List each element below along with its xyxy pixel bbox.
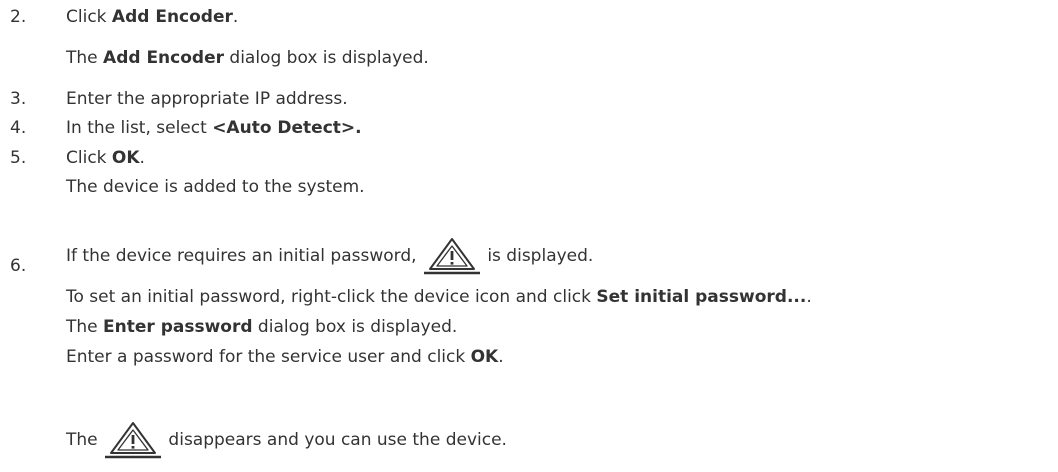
- step-number: 5.: [10, 148, 27, 168]
- step-text-plain: In the list, select: [66, 118, 213, 138]
- step-number: 4.: [10, 118, 27, 138]
- step-result: The device is added to the system.: [66, 177, 365, 197]
- ui-term: OK: [111, 148, 140, 168]
- step-text: If the device requires an initial passwo…: [66, 236, 593, 276]
- step-text: In the list, select <Auto Detect>.: [66, 117, 362, 139]
- ui-term: OK: [470, 347, 499, 367]
- ui-term: Set initial password...: [596, 287, 807, 307]
- step-substep: The Enter password dialog box is display…: [66, 316, 457, 338]
- step-text-plain: The: [66, 430, 104, 450]
- ui-term: Enter password: [103, 317, 253, 337]
- step-text-plain: To set an initial password, right-click …: [66, 287, 597, 307]
- step-text-plain: disappears and you can use the device.: [163, 430, 507, 450]
- step-text: Click Add Encoder.: [66, 6, 238, 28]
- step-result: The Add Encoder dialog box is displayed.: [66, 47, 429, 69]
- step-text-plain: Click: [66, 148, 112, 168]
- step-number: 3.: [10, 89, 27, 109]
- step-text-plain: is displayed.: [481, 246, 594, 266]
- ui-term: Add Encoder: [111, 7, 233, 27]
- step-substep: Enter a password for the service user an…: [66, 346, 504, 368]
- step-number: 6.: [10, 256, 27, 276]
- step-text-plain: The: [66, 48, 104, 68]
- ui-term: Add Encoder: [103, 48, 224, 68]
- step-text-plain: dialog box is displayed.: [252, 317, 458, 337]
- step-text-plain: The: [66, 317, 104, 337]
- warning-triangle-icon: [422, 236, 482, 276]
- step-text: Enter the appropriate IP address.: [66, 89, 348, 109]
- step-number: 2.: [10, 7, 27, 27]
- step-text-plain: .: [806, 287, 812, 307]
- warning-triangle-icon: [103, 420, 163, 460]
- step-text-plain: Enter a password for the service user an…: [66, 347, 471, 367]
- step-text-plain: Click: [66, 7, 112, 27]
- step-substep: To set an initial password, right-click …: [66, 286, 812, 308]
- step-text-plain: dialog box is displayed.: [224, 48, 429, 68]
- step-substep: The disappears and you can use the devic…: [66, 420, 507, 460]
- step-text-plain: .: [232, 7, 239, 27]
- step-text: Click OK.: [66, 147, 145, 169]
- step-text-plain: .: [139, 148, 145, 168]
- ui-term: <Auto Detect>.: [212, 118, 362, 138]
- step-text-plain: If the device requires an initial passwo…: [66, 246, 422, 266]
- step-text-plain: .: [498, 347, 504, 367]
